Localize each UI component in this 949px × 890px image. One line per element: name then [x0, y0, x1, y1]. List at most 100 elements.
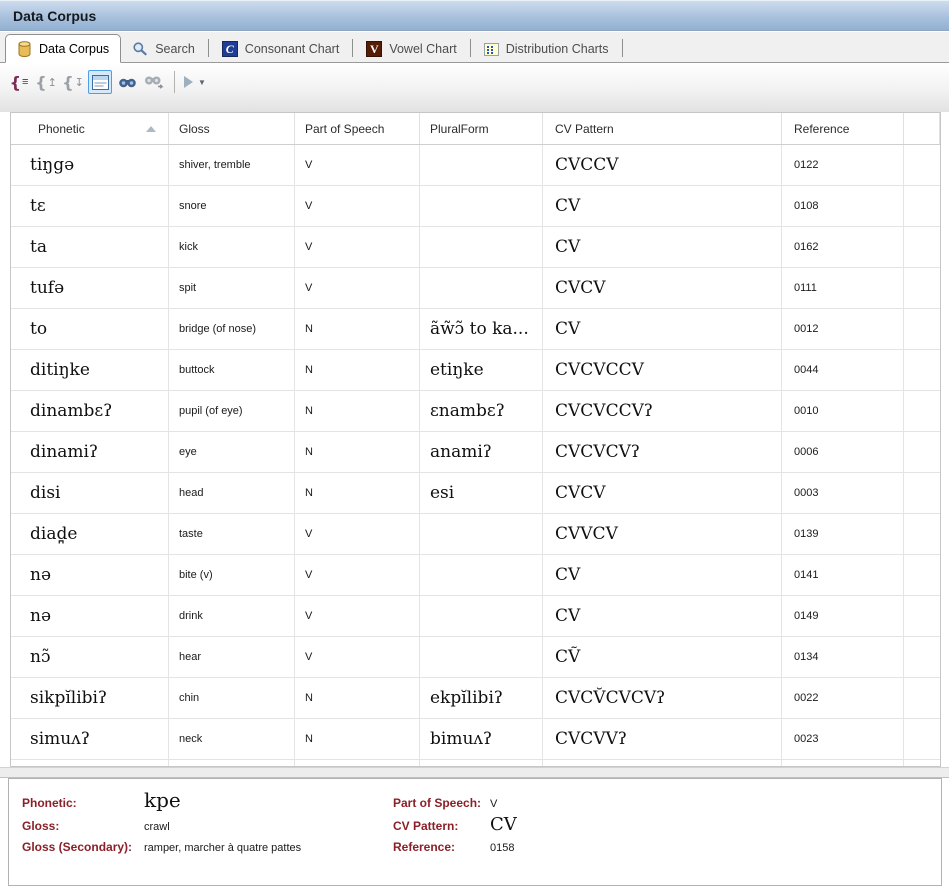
cell-cv: CVCV: [543, 268, 782, 308]
cell-filler: [904, 432, 940, 472]
cell-filler: [904, 514, 940, 554]
record-label-part-of-speech: Part of Speech:: [393, 796, 490, 810]
cell-filler: [904, 145, 940, 185]
cell-plural: etiŋke: [420, 350, 543, 390]
tab-label: Distribution Charts: [506, 42, 609, 56]
table-row[interactable]: nədrinkVCV0149: [11, 596, 940, 637]
cell-ref: 0162: [782, 227, 904, 267]
tab-label: Vowel Chart: [389, 42, 456, 56]
table-row[interactable]: takickVCV0162: [11, 227, 940, 268]
play-icon: [184, 76, 193, 88]
record-value-gloss: crawl: [144, 821, 393, 833]
cell-gloss: buttock: [169, 350, 295, 390]
table-row[interactable]: dinamiʔeyeNanamiʔCVCVCVʔ0006: [11, 432, 940, 473]
cell-plural: [420, 760, 543, 767]
cell-filler: [904, 637, 940, 677]
column-header-pluralform[interactable]: PluralForm: [420, 113, 543, 144]
cell-gloss: chin: [169, 678, 295, 718]
pane-separator[interactable]: [0, 767, 949, 778]
table-row[interactable]: sikpĭlibiʔchinNekpĭlibiʔCVCV̆CVCVʔ0022: [11, 678, 940, 719]
find-next-button[interactable]: [142, 70, 166, 94]
record-value-gloss-secondary: ramper, marcher à quatre pattes: [144, 842, 393, 854]
cell-phonetic: disi: [11, 473, 169, 513]
sort-descending-button[interactable]: {↧: [61, 70, 85, 94]
table-row[interactable]: ditiŋkebuttockNetiŋkeCVCVCCV0044: [11, 350, 940, 391]
table-row[interactable]: tiŋgəshiver, trembleVCVCCV0122: [11, 145, 940, 186]
table-row[interactable]: dinambɛʔpupil (of eye)NɛnambɛʔCVCVCCVʔ00…: [11, 391, 940, 432]
cell-pos: N: [295, 309, 420, 349]
tab-distribution-charts[interactable]: Distribution Charts: [473, 36, 620, 62]
cell-plural: bimuʌʔ: [420, 719, 543, 759]
cell-filler: [904, 309, 940, 349]
cell-ref: 0134: [782, 637, 904, 677]
column-header-cv-pattern[interactable]: CV Pattern: [543, 113, 782, 144]
cell-ref: 0006: [782, 432, 904, 472]
cell-pos: V: [295, 227, 420, 267]
table-row[interactable]: nəbite (v)VCV0141: [11, 555, 940, 596]
record-value-part-of-speech: V: [490, 798, 497, 810]
cell-gloss: kick: [169, 227, 295, 267]
play-button[interactable]: ▼: [183, 70, 207, 94]
cell-cv: CVCV̆CVCVʔ: [543, 678, 782, 718]
cell-ref: 0003: [782, 473, 904, 513]
cell-ref: 0012: [782, 309, 904, 349]
cell-gloss: drink: [169, 596, 295, 636]
data-grid: Phonetic Gloss Part of Speech PluralForm…: [10, 112, 941, 767]
cell-cv: CVVCV: [543, 514, 782, 554]
table-row[interactable]: tobridge (of nose)Nãw̃ɔ̃ to ka...CV0012: [11, 309, 940, 350]
data-corpus-window: Data Corpus Data Corpus Search C Consona…: [0, 0, 949, 890]
tab-label: Data Corpus: [39, 42, 109, 56]
find-button[interactable]: [115, 70, 139, 94]
cell-plural: esi: [420, 473, 543, 513]
column-header-reference[interactable]: Reference: [782, 113, 904, 144]
cell-filler: [904, 555, 940, 595]
table-row-partial[interactable]: tiCVVV: [11, 760, 940, 767]
cell-phonetic: dinamiʔ: [11, 432, 169, 472]
sort-ascending-button[interactable]: {↥: [34, 70, 58, 94]
play-dropdown-caret-icon[interactable]: ▼: [198, 78, 206, 87]
cell-filler: [904, 227, 940, 267]
cell-plural: ãw̃ɔ̃ to ka...: [420, 309, 543, 349]
table-row[interactable]: tufəspitVCVCV0111: [11, 268, 940, 309]
cell-ref: 0022: [782, 678, 904, 718]
cell-plural: [420, 227, 543, 267]
cell-filler: [904, 350, 940, 390]
cell-filler: [904, 760, 940, 767]
column-header-part-of-speech[interactable]: Part of Speech: [295, 113, 420, 144]
phonetic-sort-button[interactable]: {≡: [7, 70, 31, 94]
tab-data-corpus[interactable]: Data Corpus: [5, 34, 121, 63]
record-value-reference: 0158: [490, 842, 514, 854]
sort-ascending-indicator-icon: [146, 126, 156, 132]
cell-plural: [420, 186, 543, 226]
cell-phonetic: to: [11, 309, 169, 349]
cell-gloss: hear: [169, 637, 295, 677]
cell-plural: ɛnambɛʔ: [420, 391, 543, 431]
cell-cv: CVCVVʔ: [543, 719, 782, 759]
column-header-filler: [904, 113, 940, 144]
cell-gloss: neck: [169, 719, 295, 759]
cell-plural: [420, 555, 543, 595]
tab-search[interactable]: Search: [121, 36, 206, 62]
table-row[interactable]: nɔ̃hearVCṼ0134: [11, 637, 940, 678]
cell-cv: CVCVCCVʔ: [543, 391, 782, 431]
vowel-chart-icon: V: [366, 41, 382, 57]
cell-pos: V: [295, 186, 420, 226]
cell-filler: [904, 268, 940, 308]
table-row[interactable]: simuʌʔneckNbimuʌʔCVCVVʔ0023: [11, 719, 940, 760]
cell-pos: V: [295, 637, 420, 677]
cell-phonetic: nə: [11, 596, 169, 636]
column-header-phonetic[interactable]: Phonetic: [11, 113, 169, 144]
record-value-phonetic: kpe: [144, 788, 393, 812]
tab-consonant-chart[interactable]: C Consonant Chart: [211, 36, 351, 62]
cell-plural: [420, 596, 543, 636]
search-icon: [132, 41, 148, 57]
table-row[interactable]: diad̪etasteVCVVCV0139: [11, 514, 940, 555]
table-row[interactable]: disiheadNesiCVCV0003: [11, 473, 940, 514]
column-header-gloss[interactable]: Gloss: [169, 113, 295, 144]
cell-phonetic: tɛ: [11, 186, 169, 226]
table-row[interactable]: tɛsnoreVCV0108: [11, 186, 940, 227]
record-pane-toggle-button[interactable]: [88, 70, 112, 94]
tab-vowel-chart[interactable]: V Vowel Chart: [355, 36, 467, 62]
tab-divider: [470, 39, 471, 57]
cell-pos: N: [295, 678, 420, 718]
